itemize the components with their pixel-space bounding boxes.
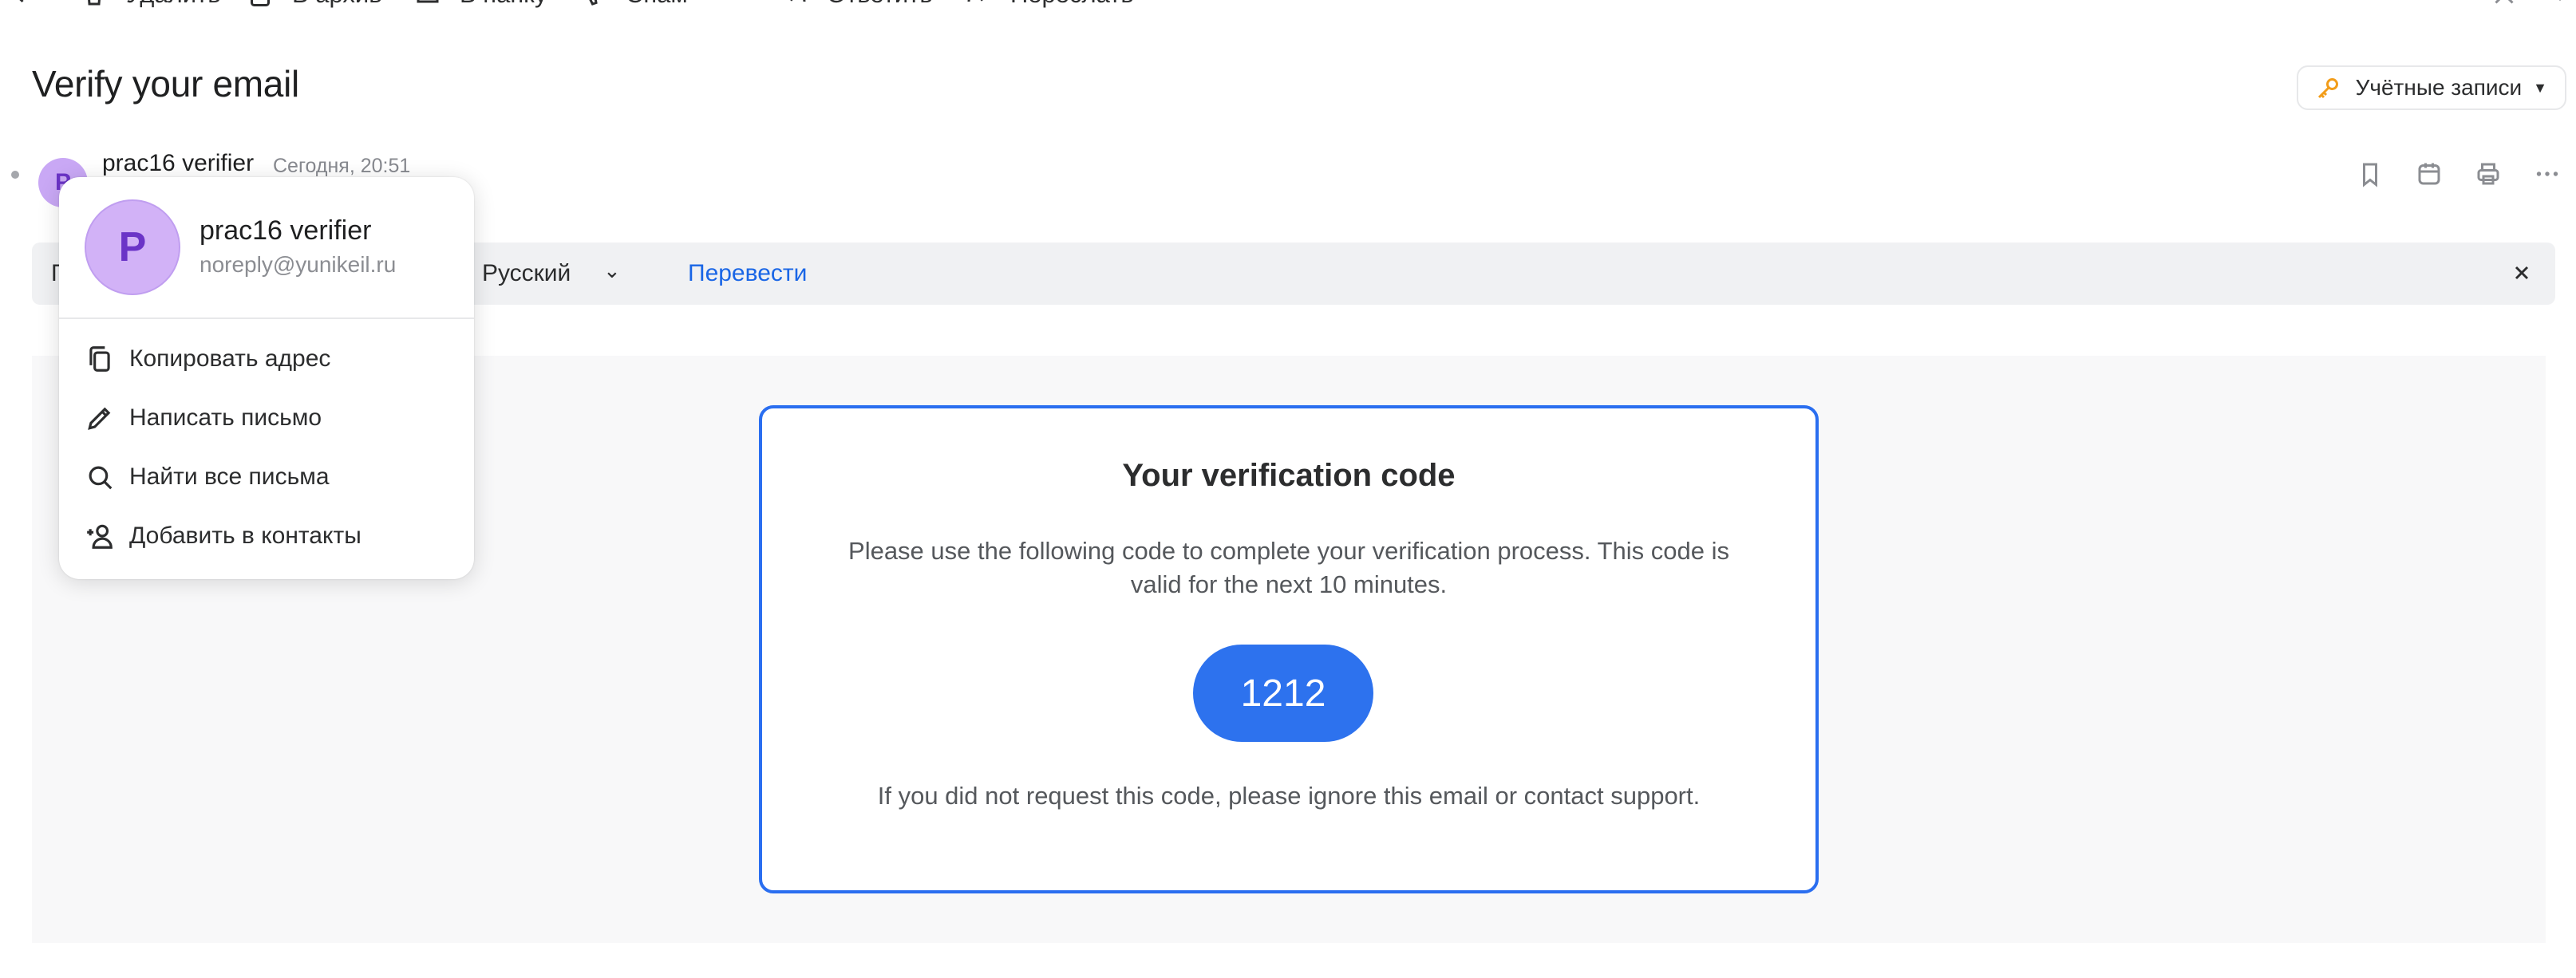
card-footer-text: If you did not request this code, please… <box>877 782 1701 810</box>
accounts-button[interactable]: Учётные записи ▼ <box>2296 65 2566 110</box>
more-button[interactable] <box>2530 156 2565 191</box>
accounts-label: Учётные записи <box>2355 75 2523 100</box>
caret-down-icon: ▼ <box>2533 79 2547 96</box>
sender-popup: P prac16 verifier noreply@yunikeil.ru Ко… <box>59 177 474 579</box>
key-icon <box>2317 78 2338 99</box>
more-actions-button[interactable] <box>717 0 763 13</box>
verification-card: Your verification code Please use the fo… <box>759 405 1819 893</box>
add-contact-icon <box>87 524 113 549</box>
bookmark-button[interactable] <box>2353 156 2388 191</box>
pencil-icon <box>88 407 111 430</box>
forward-label: Переслать <box>1010 0 1134 9</box>
forward-icon <box>967 0 983 2</box>
message-toolbar: Удалить В архив В папку Спам Ответить Пе… <box>0 0 2576 13</box>
close-button[interactable] <box>2490 0 2536 13</box>
collapse-button[interactable] <box>2546 0 2576 13</box>
copy-icon <box>89 346 110 372</box>
back-button[interactable] <box>10 0 56 13</box>
verification-code: 1212 <box>1193 645 1373 742</box>
folder-move-icon <box>417 0 439 3</box>
mail-reader: Удалить В архив В папку Спам Ответить Пе… <box>0 0 2576 978</box>
calendar-button[interactable] <box>2412 156 2447 191</box>
more-horizontal-icon <box>717 0 745 9</box>
message-date: Сегодня, 20:51 <box>273 155 411 177</box>
archive-icon <box>251 0 270 6</box>
bookmark-icon <box>2363 163 2377 187</box>
write-email-menu-item[interactable]: Написать письмо <box>85 396 322 440</box>
print-button[interactable] <box>2471 156 2506 191</box>
card-title: Your verification code <box>1122 458 1456 493</box>
unread-indicator[interactable] <box>11 171 19 179</box>
search-icon <box>89 466 113 490</box>
popup-divider <box>59 317 474 319</box>
menu-item-label: Копировать адрес <box>129 345 331 372</box>
card-text: Please use the following code to complet… <box>848 537 1729 598</box>
chevron-down-icon <box>2558 0 2562 2</box>
forward-button[interactable]: Переслать <box>964 0 1134 13</box>
menu-item-label: Написать письмо <box>129 404 322 431</box>
move-to-folder-button[interactable]: В папку <box>413 0 547 13</box>
add-to-contacts-menu-item[interactable]: Добавить в контакты <box>85 514 362 558</box>
copy-address-menu-item[interactable]: Копировать адрес <box>85 337 330 381</box>
close-icon <box>2515 266 2529 280</box>
spam-button[interactable]: Спам <box>579 0 688 13</box>
popup-avatar: P <box>85 199 180 295</box>
archive-label: В архив <box>292 0 382 9</box>
calendar-icon <box>2418 163 2440 185</box>
popup-sender-email: noreply@yunikeil.ru <box>200 252 397 277</box>
spam-label: Спам <box>626 0 688 9</box>
close-translate-button[interactable] <box>2503 254 2541 292</box>
popup-sender-name: prac16 verifier <box>200 215 372 246</box>
archive-button[interactable]: В архив <box>246 0 382 13</box>
trash-icon <box>88 0 101 6</box>
arrow-left-icon <box>19 0 24 3</box>
folder-label: В папку <box>460 0 547 9</box>
sender-name[interactable]: prac16 verifier <box>102 150 254 177</box>
chevron-down-icon[interactable]: ⌄ <box>603 258 621 283</box>
reply-label: Ответить <box>827 0 933 9</box>
translate-button[interactable]: Перевести <box>688 260 807 287</box>
delete-label: Удалить <box>126 0 220 9</box>
menu-item-label: Найти все письма <box>129 463 330 490</box>
reply-icon <box>790 0 806 2</box>
message-subject: Verify your email <box>32 63 299 105</box>
printer-icon <box>2477 163 2499 185</box>
delete-button[interactable]: Удалить <box>80 0 220 13</box>
more-horizontal-icon <box>2536 172 2558 176</box>
thumbs-down-icon <box>589 0 598 6</box>
close-icon <box>2495 0 2514 4</box>
target-language-select[interactable]: Русский <box>482 260 571 287</box>
find-all-emails-menu-item[interactable]: Найти все письма <box>85 455 330 499</box>
reply-button[interactable]: Ответить <box>780 0 933 13</box>
message-actions <box>2353 156 2565 191</box>
menu-item-label: Добавить в контакты <box>129 523 362 549</box>
